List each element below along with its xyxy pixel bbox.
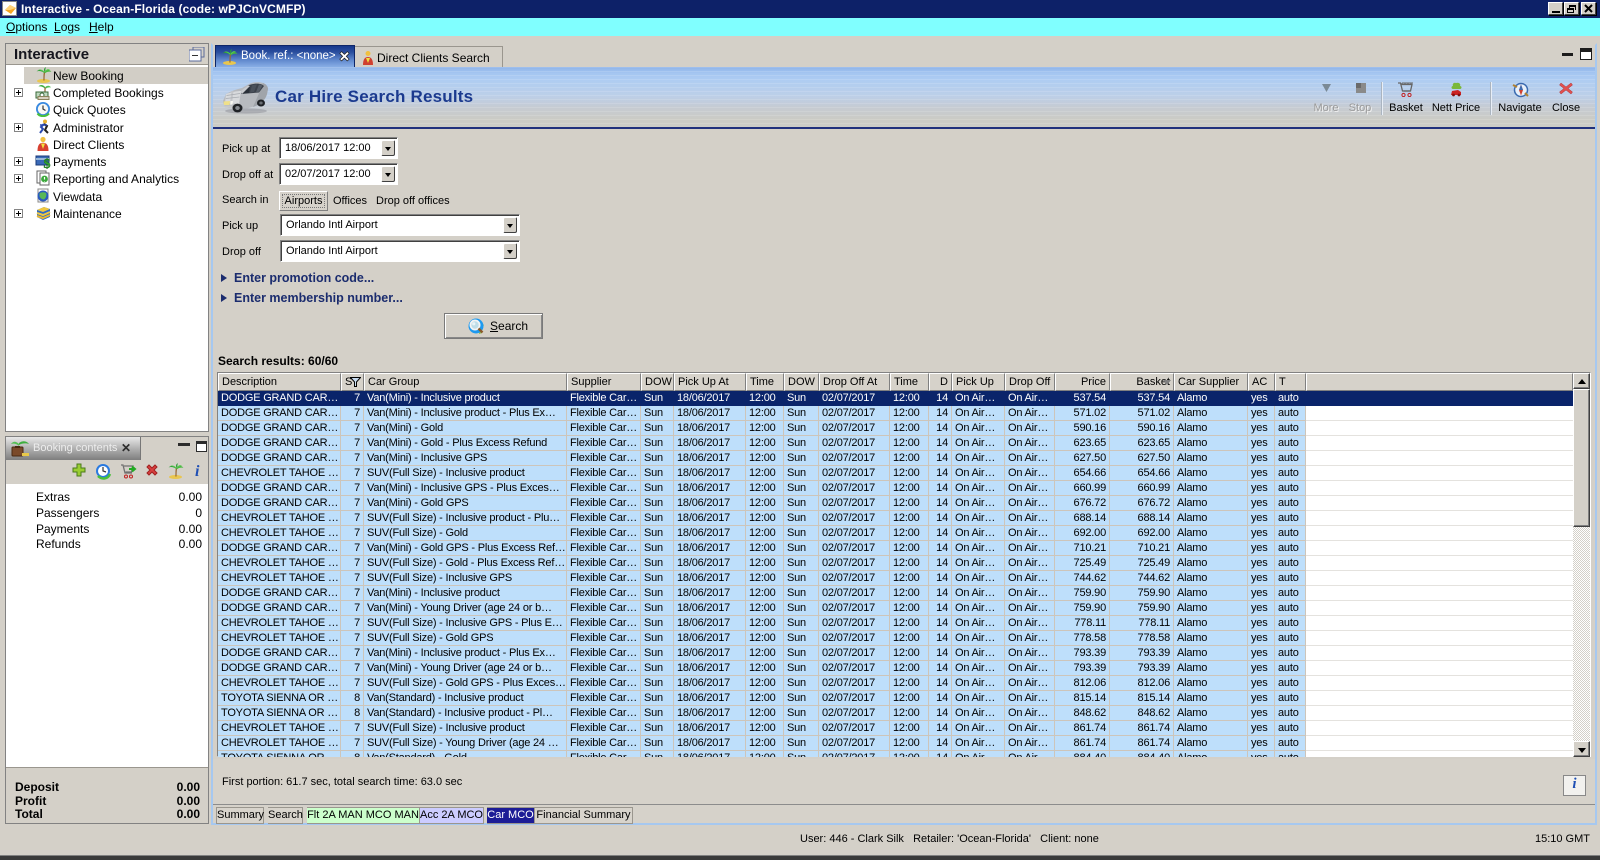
- svg-text:$: $: [44, 157, 51, 169]
